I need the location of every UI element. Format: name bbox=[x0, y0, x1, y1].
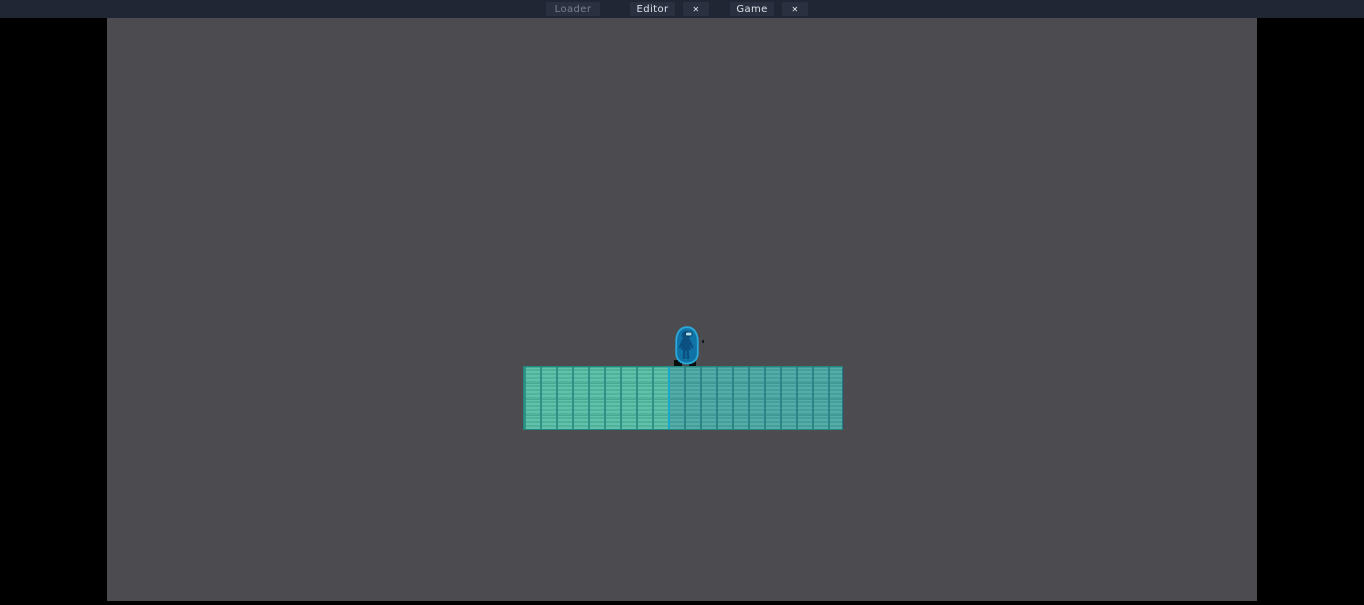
close-editor-button[interactable]: ✕ bbox=[683, 2, 709, 16]
close-icon: ✕ bbox=[791, 4, 799, 14]
tile-platform[interactable] bbox=[523, 366, 844, 430]
close-icon: ✕ bbox=[692, 4, 700, 14]
tab-loader-label: Loader bbox=[554, 3, 592, 15]
selection-overlay bbox=[668, 367, 844, 429]
letterbox-right bbox=[1257, 18, 1364, 605]
player-sprite[interactable] bbox=[673, 326, 701, 366]
cursor-dot bbox=[702, 340, 704, 343]
close-game-button[interactable]: ✕ bbox=[782, 2, 808, 16]
tab-editor-label: Editor bbox=[636, 3, 669, 15]
game-viewport[interactable] bbox=[107, 18, 1257, 601]
app-window: Loader Editor ✕ Game ✕ bbox=[0, 0, 1364, 605]
tab-game[interactable]: Game bbox=[730, 2, 774, 16]
tab-game-label: Game bbox=[736, 3, 768, 15]
letterbox-left bbox=[0, 18, 107, 605]
player-visor-icon bbox=[685, 331, 693, 337]
tab-bar: Loader Editor ✕ Game ✕ bbox=[0, 0, 1364, 18]
tab-editor[interactable]: Editor bbox=[630, 2, 675, 16]
tab-loader[interactable]: Loader bbox=[546, 2, 600, 16]
